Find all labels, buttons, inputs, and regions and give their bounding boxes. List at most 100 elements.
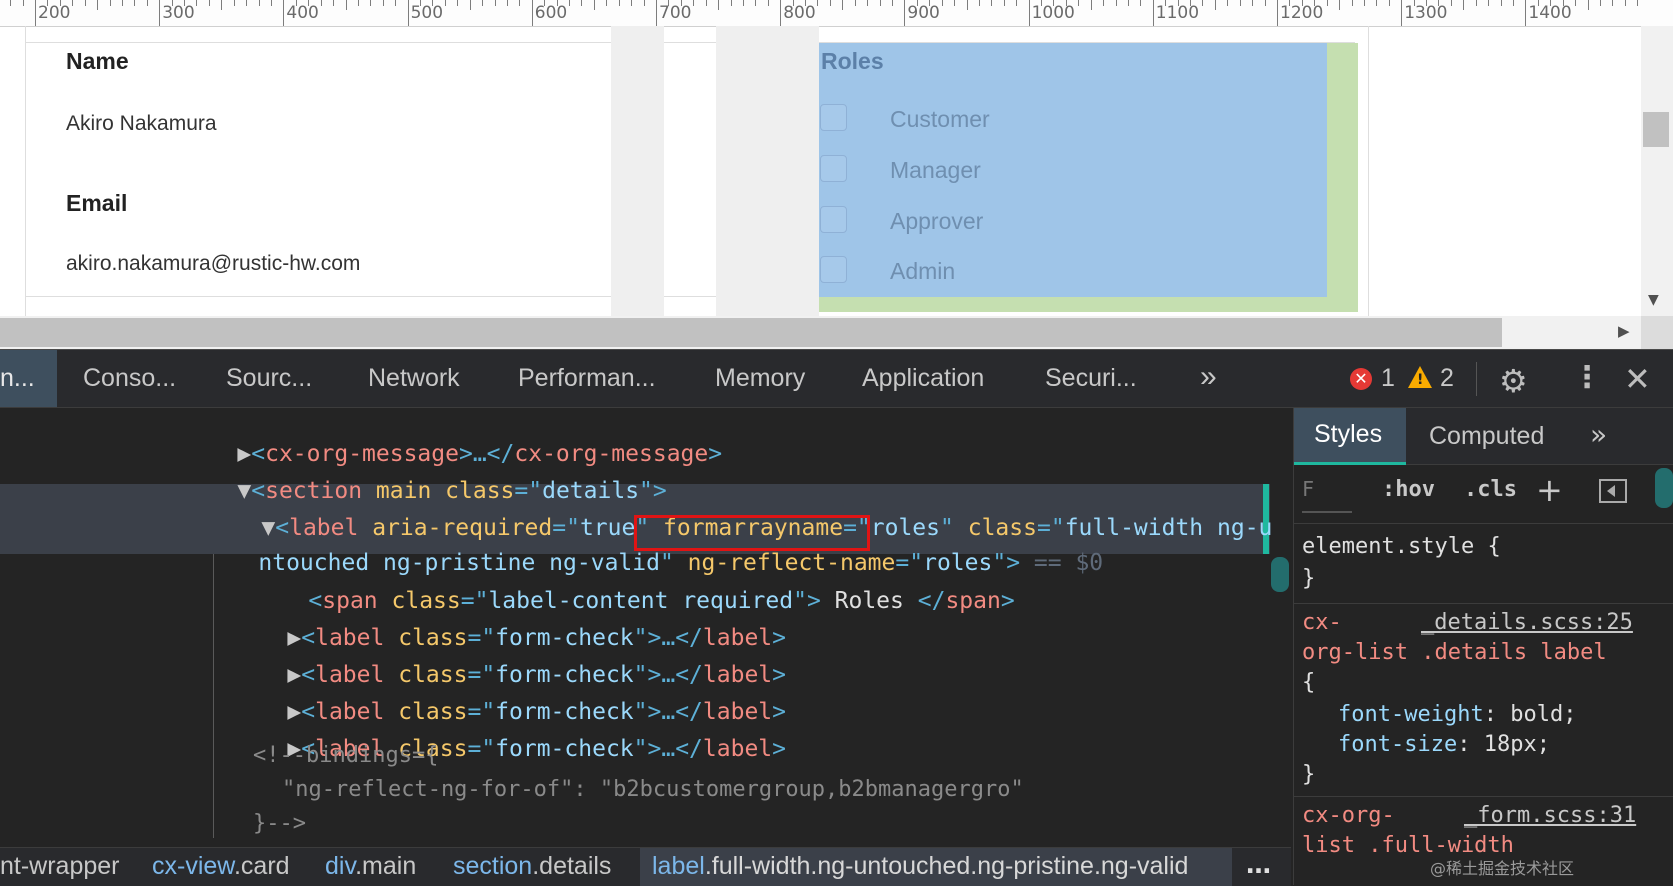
ruler-label: 1000 [1031,3,1075,23]
tab-security[interactable]: Securi... [1045,364,1137,393]
ruler-tick [1326,0,1328,6]
scroll-down-arrow-icon[interactable]: ▼ [1648,292,1659,308]
grid-line [25,26,26,316]
horizontal-scroll-thumb[interactable] [0,318,1502,347]
name-label: Name [66,48,129,74]
ruler-tick [1016,0,1018,6]
tab-memory[interactable]: Memory [715,364,805,393]
ruler-tick [693,0,695,6]
ruler-tick [817,0,819,6]
breadcrumb-item[interactable]: cx-view.card [152,852,290,881]
rule-selector[interactable]: cx- [1302,608,1342,638]
scroll-corner [1641,316,1673,349]
ruler-tick [531,0,533,26]
ruler-tick [879,0,881,6]
grid-line [1368,26,1369,316]
ruler-tick [606,0,608,6]
tab-label: Styles [1314,420,1383,448]
ruler-label: 700 [659,3,692,23]
breadcrumb-item[interactable]: div.main [325,852,416,881]
ruler-tick [506,0,508,6]
error-count[interactable]: 1 [1381,364,1395,393]
rule-selector[interactable]: org-list .details label [1302,638,1607,668]
ruler-tick [854,0,856,6]
styles-scroll-thumb[interactable] [1655,468,1673,508]
rule-divider [1294,603,1673,604]
manager-checkbox[interactable] [820,155,847,182]
class-toggle-button[interactable]: .cls [1464,477,1517,502]
hover-state-button[interactable]: :hov [1382,477,1435,502]
warning-mark-icon: ! [1417,372,1424,388]
breadcrumb-item[interactable]: section.details [453,852,611,881]
ruler-tick [780,0,782,26]
admin-checkbox[interactable] [820,256,847,283]
ruler-tick [718,0,720,10]
dom-scroll-thumb[interactable] [1271,557,1289,592]
ruler-tick [134,0,136,6]
tab-performance[interactable]: Performan... [518,364,656,393]
roles-title: Roles [821,48,884,74]
ruler-label: 500 [410,3,444,23]
breadcrumb-more-icon[interactable]: … [1246,850,1271,879]
approver-checkbox[interactable] [820,206,847,233]
ruler-tick [382,0,384,6]
dom-comment[interactable]: <!--bindings={ [253,741,438,771]
tab-network[interactable]: Network [368,364,460,393]
rule-selector[interactable]: cx-org- [1302,801,1395,831]
gear-icon[interactable]: ⚙ [1499,362,1528,400]
tab-styles[interactable]: Styles [1294,408,1406,465]
css-declaration[interactable]: font-size: 18px; [1338,730,1550,760]
dom-comment[interactable]: "ng-reflect-ng-for-of": "b2bcustomergrou… [282,775,1024,805]
kebab-menu-icon[interactable]: ⋮ [1572,360,1602,395]
tab-elements[interactable]: n... [0,350,57,407]
ruler-label: 300 [162,3,195,23]
tab-application[interactable]: Application [862,364,984,393]
ruler-tick [1140,0,1142,6]
role-label-admin: Admin [890,258,956,284]
new-rule-button[interactable]: + [1536,471,1563,509]
warning-count[interactable]: 2 [1440,364,1454,393]
ruler-tick [631,0,633,6]
ruler-tick [1463,0,1465,10]
ruler-tick [705,0,707,6]
ruler-tick [35,0,36,26]
toggle-sidebar-icon[interactable] [1599,479,1627,503]
vertical-scrollbar[interactable] [1641,26,1673,316]
tab-sources[interactable]: Sourc... [226,364,312,393]
tab-console[interactable]: Conso... [83,364,176,393]
customer-checkbox[interactable] [820,104,847,131]
email-value: akiro.nakamura@rustic-hw.com [66,252,361,275]
ruler-tick [643,0,645,6]
ruler-tick [1512,0,1514,6]
ruler-tick [196,0,198,6]
breadcrumb-item-active[interactable]: label.full-width.ng-untouched.ng-pristin… [652,852,1188,881]
element-style-rule[interactable]: element.style { [1302,532,1501,562]
rule-source-link[interactable]: _form.scss:31 [1464,801,1636,831]
ruler-tick [656,0,657,26]
ruler-tick [1599,0,1601,6]
ruler-tick [1028,0,1030,26]
ruler-label: 1300 [1404,3,1448,23]
ruler-tick [1376,0,1378,6]
ruler-tick [519,0,521,6]
devtools-tab-bar: n... Conso... Sourc... Network Performan… [0,350,1673,408]
ruler-tick [1575,0,1577,6]
more-tabs-icon[interactable]: » [1590,418,1607,451]
ruler-tick [1450,0,1452,6]
ruler-label: 800 [783,3,816,23]
breadcrumb-item[interactable]: nt-wrapper [0,852,120,881]
ruler-tick [494,0,496,6]
close-icon[interactable]: ✕ [1624,360,1651,398]
ruler-tick [1587,0,1589,10]
ruler-label: 200 [38,3,71,23]
vertical-scroll-thumb[interactable] [1643,112,1669,147]
ruler-tick [891,0,893,6]
scroll-right-arrow-icon[interactable]: ▶ [1618,322,1630,340]
tab-computed[interactable]: Computed [1429,422,1544,451]
css-declaration[interactable]: font-weight: bold; [1338,700,1576,730]
dom-comment[interactable]: }--> [253,809,306,839]
rule-source-link[interactable]: _details.scss:25 [1421,608,1633,638]
more-tabs-icon[interactable]: » [1200,360,1217,394]
error-icon[interactable]: ✕ [1350,368,1372,390]
filter-input[interactable]: F [1302,477,1352,513]
